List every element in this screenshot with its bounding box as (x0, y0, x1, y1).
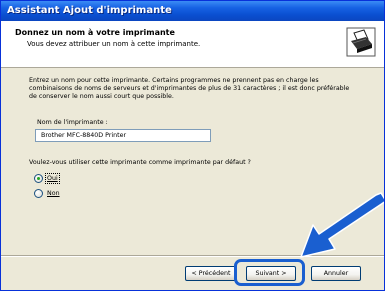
radio-yes[interactable]: Oui (34, 173, 60, 184)
instructions-text: Entrez un nom pour cette imprimante. Cer… (29, 77, 350, 100)
header-title: Donnez un nom à votre imprimante (15, 28, 175, 37)
radio-yes-button[interactable] (34, 174, 43, 183)
wizard-window: Assistant Ajout d'imprimante Donnez un n… (0, 0, 385, 291)
printer-name-input[interactable] (35, 129, 211, 142)
radio-no[interactable]: Non (34, 188, 60, 199)
pointer-arrow-icon (300, 192, 384, 258)
window-title: Assistant Ajout d'imprimante (1, 1, 384, 21)
radio-yes-label[interactable]: Oui (45, 173, 60, 184)
default-printer-question: Voulez-vous utiliser cette imprimante co… (29, 159, 251, 166)
header-subtitle: Vous devez attribuer un nom à cette impr… (27, 40, 201, 48)
previous-button[interactable]: < Précédent (185, 266, 237, 281)
printer-icon (346, 27, 376, 57)
radio-no-button[interactable] (34, 189, 43, 198)
printer-name-label: Nom de l'imprimante : (37, 119, 108, 126)
wizard-header: Donnez un nom à votre imprimante Vous de… (1, 21, 384, 68)
radio-no-label[interactable]: Non (47, 190, 60, 197)
next-button[interactable]: Suivant > (246, 266, 296, 281)
